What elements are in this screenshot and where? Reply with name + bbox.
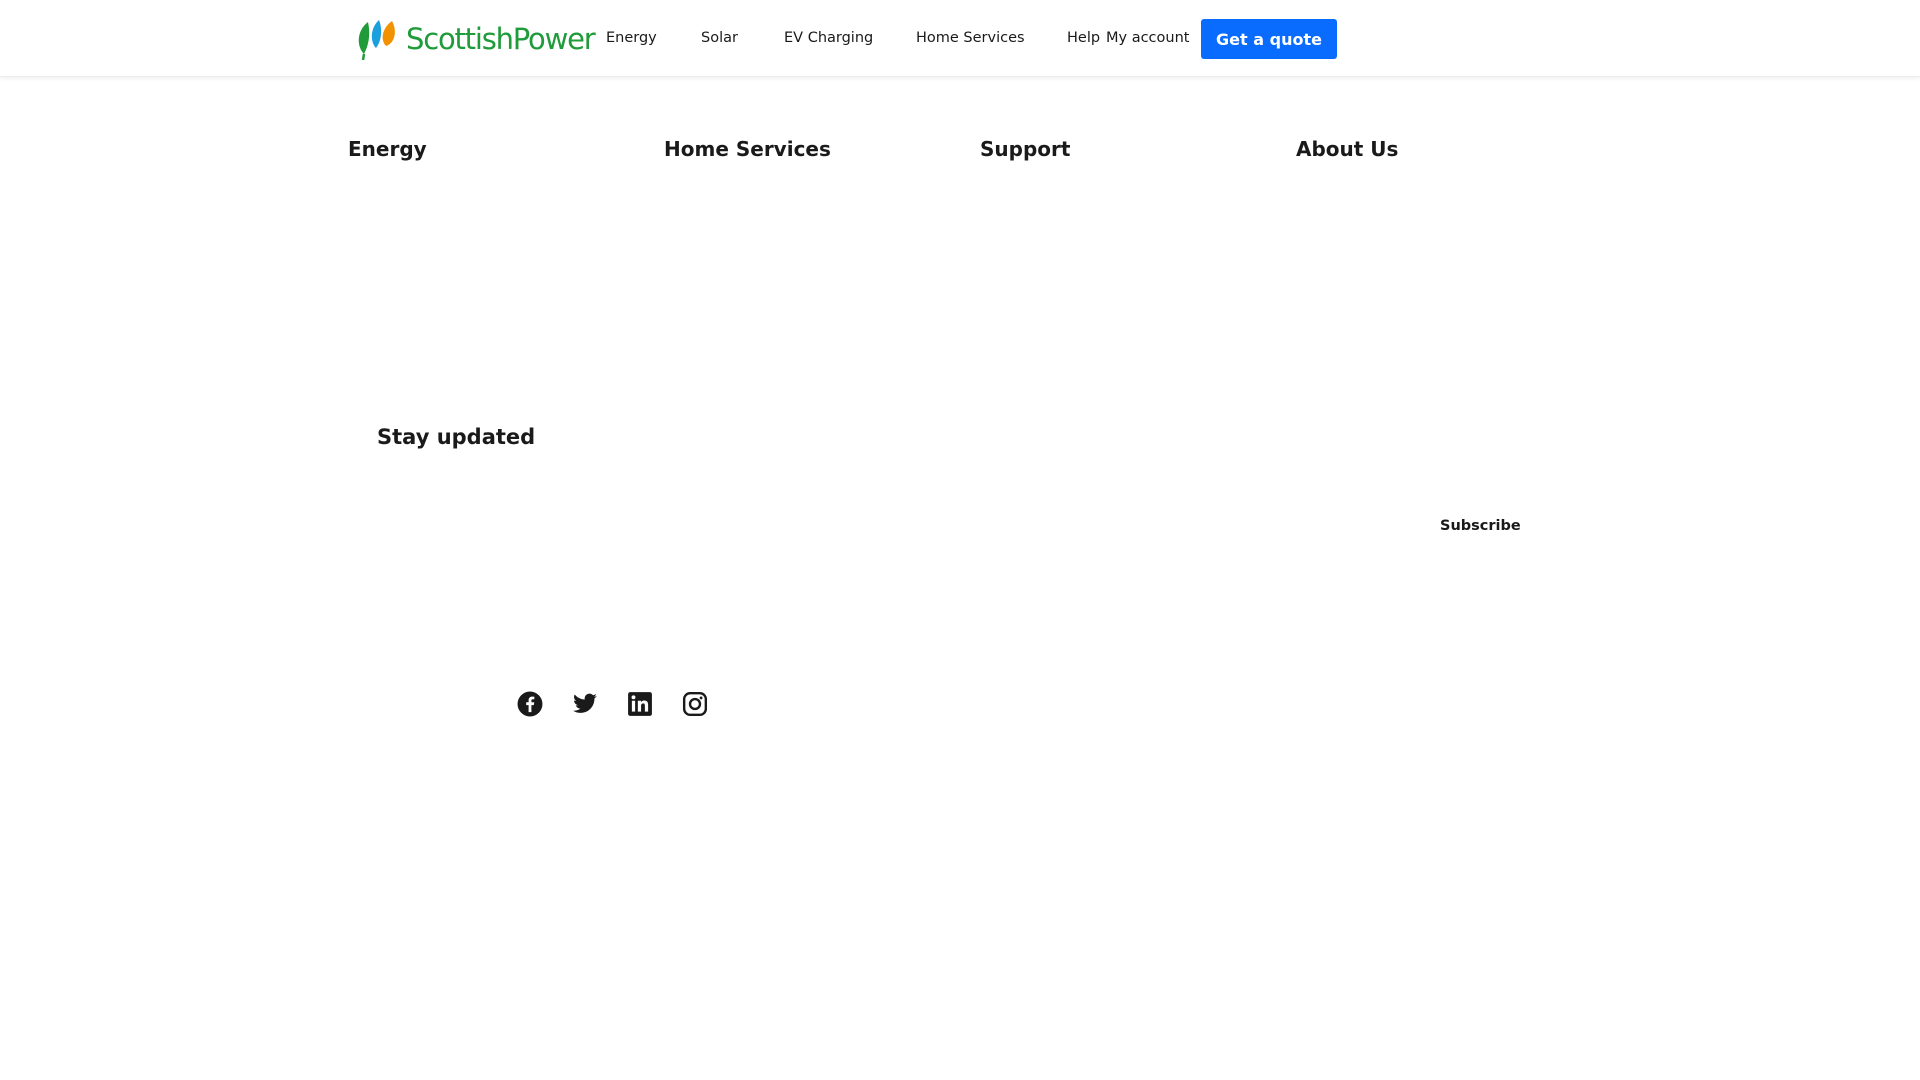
- nav-solar[interactable]: Solar: [701, 30, 738, 47]
- linkedin-icon[interactable]: [627, 691, 653, 717]
- twitter-icon[interactable]: [572, 691, 598, 717]
- leaf-logo-icon: [358, 20, 395, 60]
- get-a-quote-button[interactable]: Get a quote: [1201, 19, 1337, 59]
- footer-heading-about-us: About Us: [1296, 137, 1399, 161]
- scottishpower-logo[interactable]: ScottishPower: [354, 18, 596, 60]
- footer-heading-energy: Energy: [348, 137, 427, 161]
- site-header: ScottishPower Energy Solar EV Charging H…: [0, 0, 1920, 77]
- nav-energy[interactable]: Energy: [606, 30, 657, 47]
- newsletter-title: Stay updated: [377, 425, 536, 449]
- nav-ev-charging[interactable]: EV Charging: [784, 30, 873, 47]
- facebook-icon[interactable]: [517, 691, 543, 717]
- my-account-link[interactable]: My account: [1106, 30, 1189, 47]
- footer-heading-support: Support: [980, 137, 1071, 161]
- footer-heading-home-services: Home Services: [664, 137, 831, 161]
- nav-help[interactable]: Help: [1067, 30, 1100, 47]
- instagram-icon[interactable]: [682, 691, 708, 717]
- brand-name: ScottishPower: [406, 21, 596, 56]
- subscribe-button[interactable]: Subscribe: [1440, 517, 1521, 535]
- nav-home-services[interactable]: Home Services: [916, 30, 1025, 47]
